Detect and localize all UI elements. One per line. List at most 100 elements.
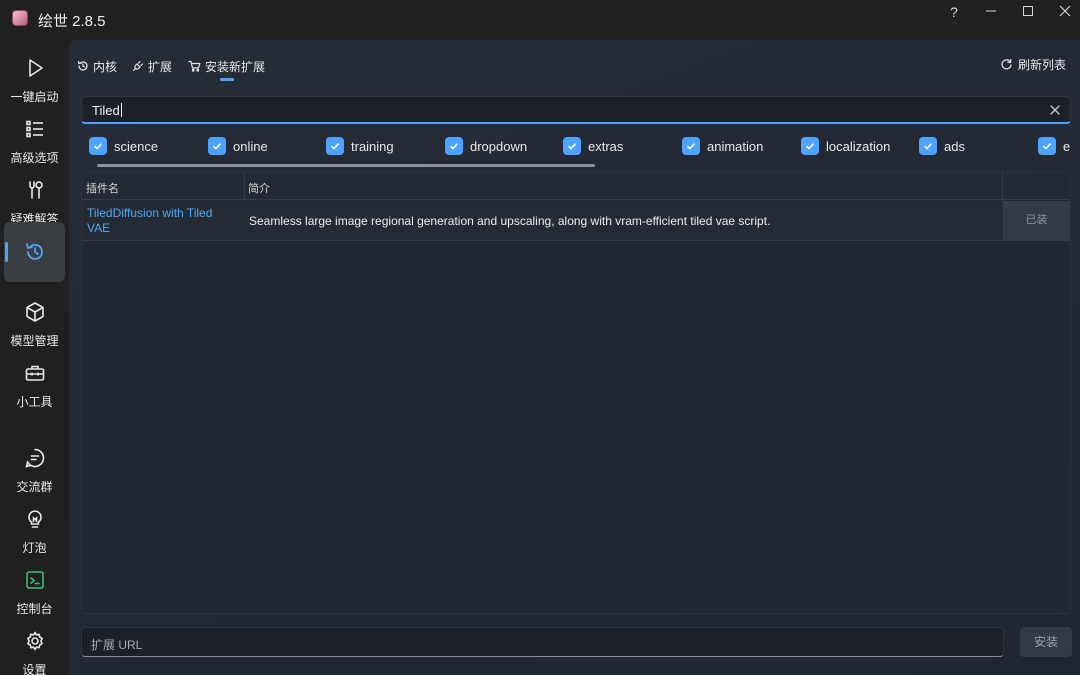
tag-label: online xyxy=(233,138,268,154)
check-icon xyxy=(919,137,937,155)
plug-icon xyxy=(132,60,144,72)
refresh-list-button[interactable]: 刷新列表 xyxy=(1000,56,1066,73)
sidebar-item-label: 一键启动 xyxy=(10,90,59,104)
tag-label: animation xyxy=(707,138,764,154)
sidebar: 一键启动 高级选项 疑难解答 模型管理 小工具 交流群 灯泡 控制台 设置 xyxy=(0,40,69,675)
extension-name-link[interactable]: TiledDiffusion with Tiled VAE xyxy=(87,206,237,236)
toolbox-icon xyxy=(25,365,45,381)
sidebar-item-settings[interactable]: 设置 xyxy=(4,618,65,675)
maximize-button[interactable] xyxy=(1009,0,1047,24)
sidebar-item-advanced[interactable]: 高级选项 xyxy=(4,106,65,166)
tag-checkbox[interactable]: dropdown xyxy=(445,136,527,156)
check-icon xyxy=(208,137,226,155)
tag-label: ads xyxy=(944,138,965,154)
gear-icon xyxy=(27,631,43,651)
sidebar-item-troubleshoot[interactable]: 疑难解答 xyxy=(4,167,65,227)
check-icon xyxy=(326,137,344,155)
tag-checkbox[interactable]: ads xyxy=(919,136,965,156)
tag-checkbox[interactable]: animation xyxy=(682,136,763,156)
check-icon xyxy=(1038,137,1056,155)
tab-label: 安装新扩展 xyxy=(205,59,266,74)
tag-checkbox[interactable]: localization xyxy=(801,136,890,156)
cube-icon xyxy=(26,302,44,322)
lightbulb-icon xyxy=(28,510,42,528)
refresh-icon xyxy=(1001,58,1012,70)
check-icon xyxy=(563,137,581,155)
sidebar-item-launch[interactable]: 一键启动 xyxy=(4,45,65,105)
tags-scrollbar[interactable] xyxy=(97,164,595,167)
extension-url-input[interactable]: 扩展 URL xyxy=(81,627,1004,657)
sidebar-item-community[interactable]: 交流群 xyxy=(4,435,65,495)
active-tab-indicator xyxy=(220,78,234,81)
sidebar-item-tools[interactable]: 小工具 xyxy=(4,350,65,410)
search-value-wrap: Tiled xyxy=(92,103,122,118)
tools-icon xyxy=(29,181,43,199)
sidebar-item-history[interactable] xyxy=(4,222,65,282)
table-header: 插件名 简介 xyxy=(82,173,1070,200)
tag-label: training xyxy=(351,138,394,154)
sidebar-item-label: 小工具 xyxy=(16,395,53,409)
close-button[interactable] xyxy=(1046,0,1080,24)
app-title: 绘世 2.8.5 xyxy=(38,13,106,30)
tag-checkbox[interactable]: training xyxy=(326,136,394,156)
tag-label: extras xyxy=(588,138,624,154)
tab-label: 内核 xyxy=(93,59,118,74)
tag-label: e xyxy=(1063,138,1071,154)
close-icon xyxy=(1059,5,1071,17)
play-icon xyxy=(29,59,43,77)
sidebar-item-label: 高级选项 xyxy=(10,151,59,165)
sidebar-item-lightbulb[interactable]: 灯泡 xyxy=(4,496,65,556)
title-bar: 绘世 2.8.5 ? xyxy=(0,0,1080,40)
app-logo xyxy=(12,10,28,26)
help-button[interactable]: ? xyxy=(935,0,973,24)
tab-bar: 内核 扩展 安装新扩展 刷新列表 xyxy=(69,40,1080,88)
table-row: TiledDiffusion with Tiled VAE Seamless l… xyxy=(82,201,1070,241)
text-caret xyxy=(120,103,122,117)
sidebar-item-label: 交流群 xyxy=(16,480,53,494)
check-icon xyxy=(801,137,819,155)
tab-install-new-extension[interactable]: 安装新扩展 xyxy=(188,56,265,76)
check-icon xyxy=(89,137,107,155)
column-header-name: 插件名 xyxy=(86,183,119,195)
install-button[interactable]: 安装 xyxy=(1020,627,1072,657)
cart-icon xyxy=(188,60,201,72)
tag-filter-bar: science online training dropdown extras … xyxy=(81,132,1071,168)
maximize-icon xyxy=(1023,6,1033,16)
tab-label: 扩展 xyxy=(148,59,173,74)
tag-label: localization xyxy=(826,138,891,154)
refresh-label: 刷新列表 xyxy=(1017,58,1066,72)
sidebar-item-label: 灯泡 xyxy=(22,541,47,555)
sidebar-item-label: 控制台 xyxy=(16,602,53,616)
chat-icon xyxy=(25,448,45,468)
check-icon xyxy=(682,137,700,155)
search-value: Tiled xyxy=(92,103,120,118)
tab-extensions[interactable]: 扩展 xyxy=(132,56,172,76)
tag-checkbox[interactable]: online xyxy=(208,136,268,156)
tag-checkbox[interactable]: science xyxy=(89,136,158,156)
sidebar-item-models[interactable]: 模型管理 xyxy=(4,289,65,349)
clear-icon[interactable] xyxy=(1048,103,1062,117)
extension-description: Seamless large image regional generation… xyxy=(249,214,771,228)
sidebar-item-label: 设置 xyxy=(22,663,47,675)
list-icon xyxy=(26,120,43,138)
tag-label: science xyxy=(114,138,159,154)
minimize-button[interactable] xyxy=(972,0,1010,24)
sidebar-item-label: 模型管理 xyxy=(10,334,59,348)
tab-core[interactable]: 内核 xyxy=(77,56,117,76)
main-panel: 内核 扩展 安装新扩展 刷新列表 Tiled science online tr… xyxy=(69,40,1080,675)
sidebar-item-console[interactable]: 控制台 xyxy=(4,557,65,617)
minimize-icon xyxy=(986,10,996,12)
installed-button[interactable]: 已装 xyxy=(1003,201,1070,240)
history-icon xyxy=(77,60,88,71)
check-icon xyxy=(445,137,463,155)
column-header-description: 简介 xyxy=(248,183,270,195)
tag-label: dropdown xyxy=(470,138,528,154)
tag-checkbox[interactable]: extras xyxy=(563,136,623,156)
tag-checkbox[interactable]: e xyxy=(1038,136,1070,156)
terminal-icon xyxy=(26,571,44,589)
search-input[interactable]: Tiled xyxy=(81,96,1071,124)
extensions-table: 插件名 简介 TiledDiffusion with Tiled VAE Sea… xyxy=(81,172,1071,614)
active-indicator xyxy=(5,242,8,262)
url-placeholder: 扩展 URL xyxy=(91,638,143,652)
history-icon xyxy=(26,243,43,260)
